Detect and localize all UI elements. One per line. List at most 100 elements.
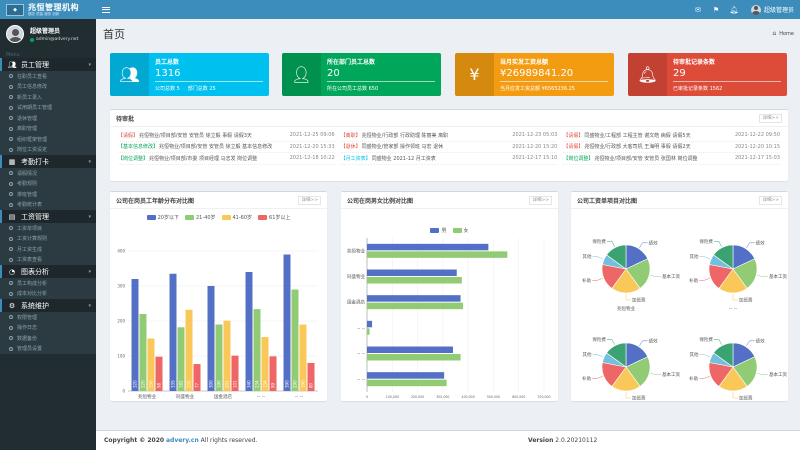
todo-item[interactable]: 【岗位调整】 兆恒物业/项目部/市委 项目经理 马志发 岗位调整 2021-12-1… <box>118 153 335 165</box>
sidebar-item[interactable]: 考勤规则 <box>0 179 96 190</box>
stat-box[interactable]: 🔔︎ 待审批记录条数 29 已审批记录条数 1562 <box>628 53 787 96</box>
todo-item[interactable]: 【基本信息修改】 兆恒物业/项目部/安管 安管员 徐立毅 基本信息修改 2021-1… <box>118 142 335 153</box>
bell-icon: 🔔︎ <box>637 65 658 84</box>
sidebar-item[interactable]: 成本对比分析 <box>0 289 96 300</box>
todo-item[interactable]: 【离职】 兆恒物业/行政部 行政助理 陈丽美 离职 2021-12-23 05:03 <box>340 130 558 142</box>
legend-item[interactable]: 男 <box>430 227 447 234</box>
more-link[interactable]: 详细>> <box>298 195 321 205</box>
sidebar-item[interactable]: 权限管理 <box>0 312 96 323</box>
salary-chart-panel: 公司工资单项目对比图 详细>> 绩效 基本工资 加班费 补助 其他 保险费 兆恒物业 绩效 基本… <box>571 191 788 410</box>
bar[interactable] <box>367 328 370 335</box>
bar[interactable] <box>291 289 299 392</box>
bar[interactable] <box>169 273 177 391</box>
top-user-name[interactable]: 超级管理员 <box>764 5 794 14</box>
data-label: 190 <box>217 380 222 388</box>
avatar[interactable] <box>750 4 761 15</box>
bar[interactable] <box>139 314 147 391</box>
sidebar-item[interactable]: 数据备份 <box>0 333 96 344</box>
more-link[interactable]: 详细>> <box>759 195 782 205</box>
sidebar-item[interactable]: 工资表查看 <box>0 255 96 266</box>
stat-box[interactable]: 👥︎ 员工总数 1316 公司总数 5 部门总数 25 <box>110 53 269 96</box>
bar[interactable] <box>253 309 261 391</box>
sidebar-item[interactable]: 排班管理 <box>0 189 96 200</box>
sidebar-item[interactable]: 试用期员工管理 <box>0 103 96 114</box>
sidebar-item[interactable]: 工资单项目 <box>0 223 96 234</box>
stat-box[interactable]: ¥ 当月实发工资总额 ¥26989841.20 当月应发工资总额 ¥6565236.2… <box>455 53 614 96</box>
legend-item[interactable]: 41-60岁 <box>221 214 252 221</box>
legend-item[interactable]: 61岁以上 <box>258 214 290 221</box>
bar[interactable] <box>367 302 464 310</box>
leader-line <box>639 242 648 249</box>
mail-icon[interactable]: ✉ <box>689 0 707 19</box>
breadcrumb[interactable]: ⌂ Home <box>772 30 794 37</box>
bar[interactable] <box>207 286 215 391</box>
bar[interactable] <box>367 251 508 258</box>
legend-item[interactable]: 21-40岁 <box>184 214 216 221</box>
todo-item[interactable]: 【请假】 兆恒物业/行政部 大客司机 王海明 事假 请假2天 2021-12-20 … <box>563 142 780 153</box>
todo-item[interactable]: 【请假】 同盛物业/工程部 工程主管 谢文皓 病假 请假5天 2021-12-22 … <box>563 130 780 142</box>
slice-label: 其他 <box>690 253 699 260</box>
sidebar-group[interactable]: 👥︎ 员工管理 ▾ <box>0 58 96 71</box>
more-link[interactable]: 详细>> <box>529 195 552 205</box>
data-label: 150 <box>149 380 154 388</box>
bar[interactable] <box>283 254 291 392</box>
money-icon: ▤ <box>8 212 16 221</box>
sidebar-item[interactable]: 员工信息修改 <box>0 82 96 93</box>
bar[interactable] <box>367 320 373 328</box>
sidebar-item[interactable]: 考勤统计表 <box>0 200 96 211</box>
bar[interactable] <box>131 279 139 391</box>
bar[interactable] <box>185 309 193 391</box>
todo-item[interactable]: 【退休】 同盛物业/管家部 操作领班 马宏 退休 2021-12-20 15:20 <box>340 142 558 153</box>
sidebar-item[interactable]: 请假情况 <box>0 168 96 179</box>
x-tick-label: 国金酒店 <box>214 393 232 400</box>
submenu: 请假情况 考勤规则 排班管理 考勤统计表 <box>0 168 96 210</box>
bar[interactable] <box>367 277 462 284</box>
legend-item[interactable]: 20岁以下 <box>146 214 179 221</box>
bar[interactable] <box>367 379 447 387</box>
bar[interactable] <box>245 272 253 391</box>
sidebar-item[interactable]: 员工构成分析 <box>0 278 96 289</box>
y-tick-label: -- -- <box>357 326 365 331</box>
bar[interactable] <box>367 372 445 379</box>
sidebar-group[interactable]: ◔ 图表分析 ▾ <box>0 265 96 278</box>
todo-date: 2021-12-18 10:22 <box>289 155 335 162</box>
todo-item[interactable]: 【请假】 兆恒物业/项目部/安管 安管员 徐立毅 事假 请假3天 2021-12-2… <box>118 130 335 142</box>
sidebar-item[interactable]: 月工资生成 <box>0 244 96 255</box>
sidebar-item[interactable]: 工资计算规则 <box>0 234 96 245</box>
user-name: 超级管理员 <box>30 28 61 35</box>
sidebar-toggle-icon[interactable] <box>102 5 110 14</box>
bar[interactable] <box>367 295 461 302</box>
bar[interactable] <box>367 354 461 361</box>
sidebar-item[interactable]: 操作日志 <box>0 323 96 334</box>
flag-icon[interactable]: ⚑ <box>707 0 725 19</box>
todo-item[interactable]: 【岗位调整】 兆恒物业/项目部/安管 安管员 张国林 岗位调整 2021-12-17… <box>563 153 780 165</box>
bar[interactable] <box>367 346 453 354</box>
sidebar-item[interactable]: 离职管理 <box>0 124 96 135</box>
sidebar-group[interactable]: ▤ 工资管理 ▾ <box>0 210 96 223</box>
legend-item[interactable]: 女 <box>452 227 469 234</box>
sidebar-item[interactable]: 在职员工查看 <box>0 71 96 82</box>
slice-label: 加班费 <box>739 395 753 402</box>
sidebar-item[interactable]: 组织框架管理 <box>0 134 96 145</box>
circle-icon <box>9 105 13 110</box>
stat-box[interactable]: 👤︎ 所在部门员工总数 20 所在公司员工总数 650 <box>282 53 441 96</box>
circle-icon <box>9 315 13 320</box>
footer-link[interactable]: advery.cn <box>166 437 199 444</box>
bar[interactable] <box>367 243 489 251</box>
breadcrumb-home[interactable]: Home <box>779 31 794 37</box>
more-link[interactable]: 详细>> <box>759 113 782 123</box>
circle-icon <box>9 181 13 186</box>
sidebar-group[interactable]: ⚙ 系统维护 ▾ <box>0 299 96 312</box>
chevron-down-icon: ▾ <box>88 302 91 309</box>
users-icon: 👥︎ <box>119 65 140 84</box>
sidebar-item[interactable]: 管理员设置 <box>0 344 96 355</box>
todo-item[interactable]: 【月工资表】 同盛物业 2021-12 月工资表 2021-12-17 15:10 <box>340 153 558 165</box>
app-logo[interactable]: ◆ 兆恒管理机构 德凯 质量 服务 创新 <box>0 0 96 19</box>
stat-value: 20 <box>327 68 340 79</box>
sidebar-item[interactable]: 岗位工资设定 <box>0 145 96 156</box>
sidebar-item[interactable]: 新员工录入 <box>0 92 96 103</box>
sidebar-group[interactable]: ▦ 考勤打卡 ▾ <box>0 155 96 168</box>
sidebar-item[interactable]: 退休管理 <box>0 113 96 124</box>
bar[interactable] <box>367 269 457 277</box>
bell-icon[interactable]: 🔔︎ <box>725 0 743 19</box>
